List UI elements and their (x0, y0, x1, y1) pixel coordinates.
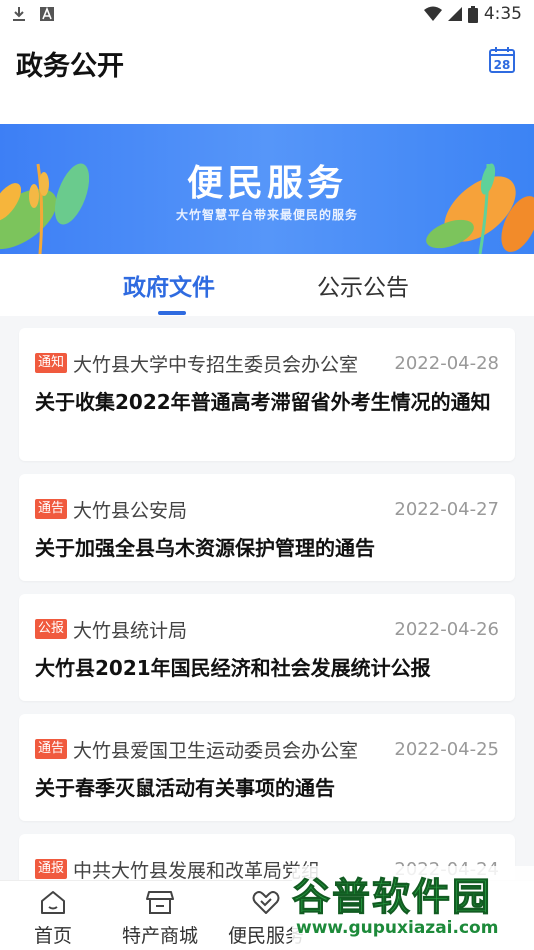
banner-title: 便民服务 (186, 163, 347, 204)
document-title: 关于加强全县乌木资源保护管理的通告 (35, 536, 375, 560)
banner-subtitle: 大竹智慧平台带来最便民的服务 (175, 208, 358, 222)
document-date: 2022-04-25 (394, 738, 499, 760)
service-banner[interactable]: 便民服务 大竹智慧平台带来最便民的服务 (0, 124, 534, 254)
document-tag: 通报 (35, 859, 68, 879)
document-date: 2022-04-27 (394, 498, 499, 520)
nav-home-label: 首页 (33, 925, 72, 947)
document-card[interactable]: 公报 大竹县统计局 2022-04-26 大竹县2021年国民经济和社会发展统计… (19, 594, 515, 701)
shop-icon (146, 891, 174, 914)
nav-shop[interactable]: 特产商城 (110, 889, 210, 948)
document-tag: 公报 (35, 619, 68, 639)
document-publisher: 大竹县公安局 (73, 499, 188, 522)
page-title: 政务公开 (16, 51, 124, 82)
tab-bar: 政府文件 公示公告 (0, 254, 534, 316)
tab-active-indicator (158, 311, 186, 315)
document-card[interactable]: 通知 大竹县大学中专招生委员会办公室 2022-04-28 关于收集2022年普… (19, 328, 515, 461)
status-bar: 4:35 (0, 0, 534, 28)
nav-home[interactable]: 首页 (3, 889, 103, 948)
watermark-url: www.gupuxiazai.com (296, 918, 499, 938)
document-list: 通知 大竹县大学中专招生委员会办公室 2022-04-28 关于收集2022年普… (0, 316, 534, 880)
calendar-icon: 28 (489, 47, 515, 73)
document-tag: 通知 (35, 353, 68, 373)
watermark-logo: 谷普软件园 www.gupuxiazai.com (291, 866, 534, 950)
tab-public-announcements[interactable]: 公示公告 (317, 268, 409, 302)
document-publisher: 中共大竹县发展和改革局党组 (73, 859, 321, 881)
status-time: 4:35 (483, 4, 522, 24)
document-title: 关于春季灭鼠活动有关事项的通告 (35, 776, 335, 800)
font-icon (40, 7, 54, 21)
document-card[interactable]: 通告 大竹县爱国卫生运动委员会办公室 2022-04-25 关于春季灭鼠活动有关… (19, 714, 515, 821)
watermark-title: 谷普软件园 (291, 875, 493, 920)
document-title: 关于收集2022年普通高考滞留省外考生情况的通知 (35, 390, 491, 414)
document-publisher: 大竹县大学中专招生委员会办公室 (73, 353, 359, 376)
signal-icon (447, 7, 462, 21)
document-date: 2022-04-26 (394, 618, 499, 640)
document-publisher: 大竹县爱国卫生运动委员会办公室 (73, 739, 359, 762)
document-tag: 通告 (35, 739, 68, 759)
document-publisher: 大竹县统计局 (73, 619, 188, 642)
document-date: 2022-04-28 (394, 352, 499, 374)
calendar-day: 28 (494, 58, 511, 72)
document-title: 大竹县2021年国民经济和社会发展统计公报 (35, 656, 431, 680)
download-icon (13, 7, 25, 21)
tab-government-documents[interactable]: 政府文件 (123, 268, 215, 302)
nav-shop-label: 特产商城 (121, 925, 198, 947)
handshake-icon (252, 891, 280, 914)
home-icon (41, 891, 65, 914)
calendar-button[interactable]: 28 (488, 46, 516, 74)
document-tag: 通告 (35, 499, 68, 519)
document-card[interactable]: 通告 大竹县公安局 2022-04-27 关于加强全县乌木资源保护管理的通告 (19, 474, 515, 581)
battery-icon (467, 5, 478, 23)
wifi-icon (423, 6, 442, 21)
